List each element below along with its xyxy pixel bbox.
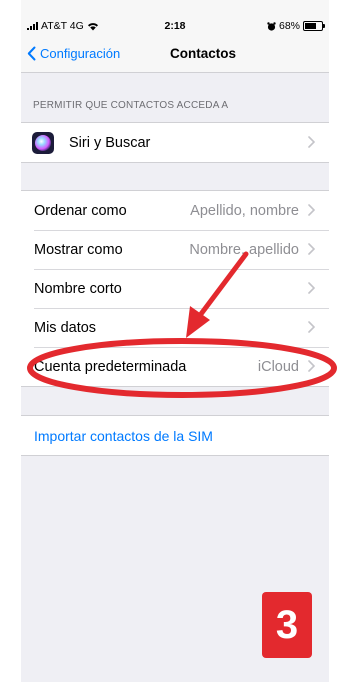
alarm-icon	[267, 21, 276, 31]
short-name-row[interactable]: Nombre corto	[21, 269, 329, 308]
section-header: PERMITIR QUE CONTACTOS ACCEDA A	[33, 100, 229, 111]
my-info-row[interactable]: Mis datos	[21, 308, 329, 347]
step-number-badge: 3	[262, 592, 312, 658]
row-label: Nombre corto	[34, 280, 122, 297]
status-bar: AT&T 4G 2:18 68%	[21, 0, 329, 36]
display-order-row[interactable]: Mostrar como Nombre, apellido	[21, 230, 329, 269]
siri-search-row[interactable]: Siri y Buscar	[21, 123, 329, 162]
phone-screen: AT&T 4G 2:18 68% Configuración Contactos…	[21, 0, 329, 682]
contacts-settings-group: Ordenar como Apellido, nombre Mostrar co…	[21, 190, 329, 387]
chevron-right-icon	[308, 136, 315, 148]
default-account-row[interactable]: Cuenta predeterminada iCloud	[21, 347, 329, 386]
siri-search-label: Siri y Buscar	[69, 134, 151, 151]
row-label: Mostrar como	[34, 241, 123, 258]
navigation-bar: Configuración Contactos	[21, 36, 329, 73]
row-value: Nombre, apellido	[189, 241, 299, 258]
battery-icon	[303, 21, 325, 31]
chevron-right-icon	[308, 204, 315, 216]
sort-order-row[interactable]: Ordenar como Apellido, nombre	[21, 191, 329, 230]
sim-import-group: Importar contactos de la SIM	[21, 415, 329, 456]
page-title: Contactos	[169, 45, 236, 61]
permissions-group: Siri y Buscar	[21, 122, 329, 163]
battery-fill	[305, 23, 316, 29]
import-sim-contacts-row[interactable]: Importar contactos de la SIM	[21, 416, 329, 455]
siri-icon	[32, 131, 54, 154]
status-right: 68%	[267, 20, 325, 32]
row-label: Mis datos	[34, 319, 97, 336]
chevron-right-icon	[308, 321, 315, 333]
battery-percent: 68%	[278, 20, 300, 32]
chevron-right-icon	[308, 360, 315, 372]
import-sim-contacts-label: Importar contactos de la SIM	[34, 427, 213, 444]
chevron-right-icon	[308, 243, 315, 255]
row-label: Ordenar como	[34, 202, 127, 219]
row-label: Cuenta predeterminada	[34, 358, 187, 375]
row-value: Apellido, nombre	[190, 202, 299, 219]
row-value: iCloud	[257, 358, 299, 375]
chevron-right-icon	[308, 282, 315, 294]
